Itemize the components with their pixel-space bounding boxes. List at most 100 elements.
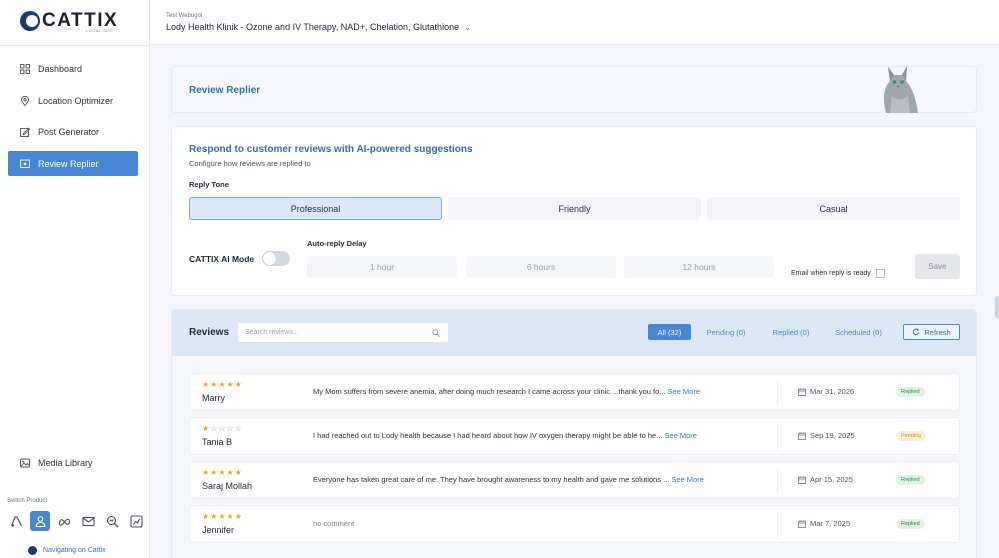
review-date: Mar 7, 2025: [798, 519, 850, 528]
tab-all[interactable]: All (32): [648, 324, 691, 340]
image-icon: [20, 458, 30, 468]
sidebar-item-label: Post Generator: [38, 126, 100, 137]
mail-icon: [81, 516, 95, 526]
review-icon: [20, 159, 30, 169]
review-excerpt: I had reached out to Lody health because…: [313, 431, 663, 440]
sidebar-item-label: Dashboard: [38, 63, 83, 74]
sidebar-item-media-library[interactable]: Media Library: [8, 450, 138, 475]
delay-6-hours-button[interactable]: 6 hours: [466, 256, 616, 278]
review-row[interactable]: ★★★★★ Saraj Mollah Everyone has taken gr…: [189, 461, 960, 499]
tab-replied[interactable]: Replied (0): [765, 324, 817, 340]
search-reviews-input[interactable]: Search reviews...: [237, 322, 449, 343]
search-analytics-icon: [106, 515, 118, 527]
sidebar-item-label: Location Optimizer: [38, 95, 114, 106]
review-date: Mar 31, 2026: [798, 387, 854, 396]
reviews-panel: Reviews Search reviews... All (32) Pendi…: [171, 309, 977, 558]
product-meta-button[interactable]: [54, 511, 74, 531]
delay-1-hour-button[interactable]: 1 hour: [307, 256, 457, 278]
product-email-button[interactable]: [78, 511, 98, 531]
status-badge: Replied: [896, 387, 925, 397]
refresh-button[interactable]: Refresh: [903, 324, 960, 340]
calendar-icon: [798, 431, 806, 440]
product-ads-button[interactable]: [6, 511, 26, 531]
save-button[interactable]: Save: [915, 254, 960, 279]
refresh-label: Refresh: [924, 327, 951, 337]
review-row[interactable]: ★☆☆☆☆ Tania B I had reached out to Lody …: [189, 417, 960, 455]
review-date-text: Mar 31, 2026: [810, 387, 855, 396]
email-notify-label: Email when reply is ready: [791, 270, 871, 277]
status-badge: Pending: [896, 431, 927, 441]
row-divider: [777, 512, 778, 538]
sidebar-item-review-replier[interactable]: Review Replier: [8, 151, 138, 176]
navigating-on-cattix-link[interactable]: Navigating on Cattix: [28, 546, 106, 555]
search-icon: [432, 329, 440, 337]
star-rating: ★☆☆☆☆: [202, 424, 243, 433]
reply-settings-card: Respond to customer reviews with AI-powe…: [171, 126, 977, 296]
product-local-seo-button[interactable]: [30, 511, 50, 531]
see-more-link[interactable]: See More: [668, 387, 701, 396]
reviewer-name: Jennifer: [202, 525, 235, 535]
status-badge: Replied: [896, 475, 925, 485]
review-text: I had reached out to Lody health because…: [313, 431, 697, 440]
settings-subtitle: Configure how reviews are replied to: [189, 159, 311, 168]
sidebar-item-dashboard[interactable]: Dashboard: [8, 56, 138, 81]
tone-professional-button[interactable]: Professional: [189, 197, 442, 220]
reviewer-name: Saraj Mollah: [202, 481, 253, 491]
reviews-title: Reviews: [189, 327, 230, 338]
grid-icon: [20, 63, 30, 74]
chart-icon: [129, 514, 143, 528]
review-excerpt: Everyone has taken great care of me. The…: [313, 475, 670, 484]
tab-pending[interactable]: Pending (0): [700, 324, 752, 340]
row-divider: [777, 380, 778, 406]
star-rating: ★★★★★: [202, 468, 243, 477]
calendar-icon: [798, 387, 806, 396]
review-text: no comment: [313, 519, 355, 528]
review-text: My Mom suffers from severe anemia, after…: [313, 387, 700, 396]
sidebar: CATTIX LOCAL SEO Dashboard Location Opti…: [0, 0, 150, 558]
cat-mascot-icon: [883, 66, 918, 113]
status-badge: Replied: [896, 519, 925, 529]
location-name: Lody Health Klinik - Ozone and IV Therap…: [166, 22, 460, 32]
reviews-toolbar: Reviews Search reviews... All (32) Pendi…: [172, 310, 976, 356]
email-notify-option[interactable]: Email when reply is ready: [791, 269, 885, 278]
row-divider: [777, 424, 778, 450]
account-label: Test Webugol: [166, 13, 203, 19]
review-date-text: Mar 7, 2025: [810, 519, 851, 528]
email-notify-checkbox[interactable]: [875, 269, 885, 278]
ai-mode-toggle[interactable]: [262, 251, 290, 266]
sidebar-item-label: Media Library: [38, 457, 93, 468]
location-pin-icon: [20, 95, 30, 106]
see-more-link[interactable]: See More: [671, 475, 704, 484]
delay-12-hours-button[interactable]: 12 hours: [624, 256, 774, 278]
tone-casual-button[interactable]: Casual: [707, 197, 960, 220]
person-pin-icon: [34, 515, 46, 527]
scrollbar-handle[interactable]: [995, 296, 999, 318]
auto-reply-delay-label: Auto-reply Delay: [307, 239, 367, 248]
review-excerpt: My Mom suffers from severe anemia, after…: [313, 387, 666, 396]
tab-scheduled[interactable]: Scheduled (0): [829, 324, 888, 340]
page-header-card: Review Replier: [171, 66, 977, 113]
tone-friendly-button[interactable]: Friendly: [448, 197, 701, 220]
sidebar-item-post-generator[interactable]: Post Generator: [8, 119, 138, 144]
sidebar-item-label: Review Replier: [38, 158, 99, 169]
switch-product-label: Switch Product: [7, 498, 48, 504]
reply-tone-label: Reply Tone: [189, 180, 229, 189]
review-date: Sep 19, 2025: [798, 431, 855, 440]
reviewer-name: Tania B: [202, 437, 233, 447]
review-date: Apr 15, 2025: [798, 475, 853, 484]
product-search-button[interactable]: [102, 511, 122, 531]
logo-mark-icon: [20, 11, 40, 31]
page-title: Review Replier: [189, 85, 261, 96]
settings-title: Respond to customer reviews with AI-powe…: [189, 144, 473, 155]
ads-icon: [10, 515, 22, 527]
review-row[interactable]: ★★★★★ Marry My Mom suffers from severe a…: [189, 373, 960, 411]
reviewer-name: Marry: [202, 393, 225, 403]
review-date-text: Sep 19, 2025: [810, 431, 855, 440]
sidebar-item-location-optimizer[interactable]: Location Optimizer: [8, 88, 138, 113]
location-selector[interactable]: Lody Health Klinik - Ozone and IV Therap…: [166, 22, 471, 32]
product-reports-button[interactable]: [126, 511, 146, 531]
review-row[interactable]: ★★★★★ Jennifer no comment Mar 7, 2025 Re…: [189, 505, 960, 543]
cattix-mini-logo-icon: [28, 546, 37, 555]
see-more-link[interactable]: See More: [664, 431, 697, 440]
navigating-label: Navigating on Cattix: [43, 547, 106, 554]
